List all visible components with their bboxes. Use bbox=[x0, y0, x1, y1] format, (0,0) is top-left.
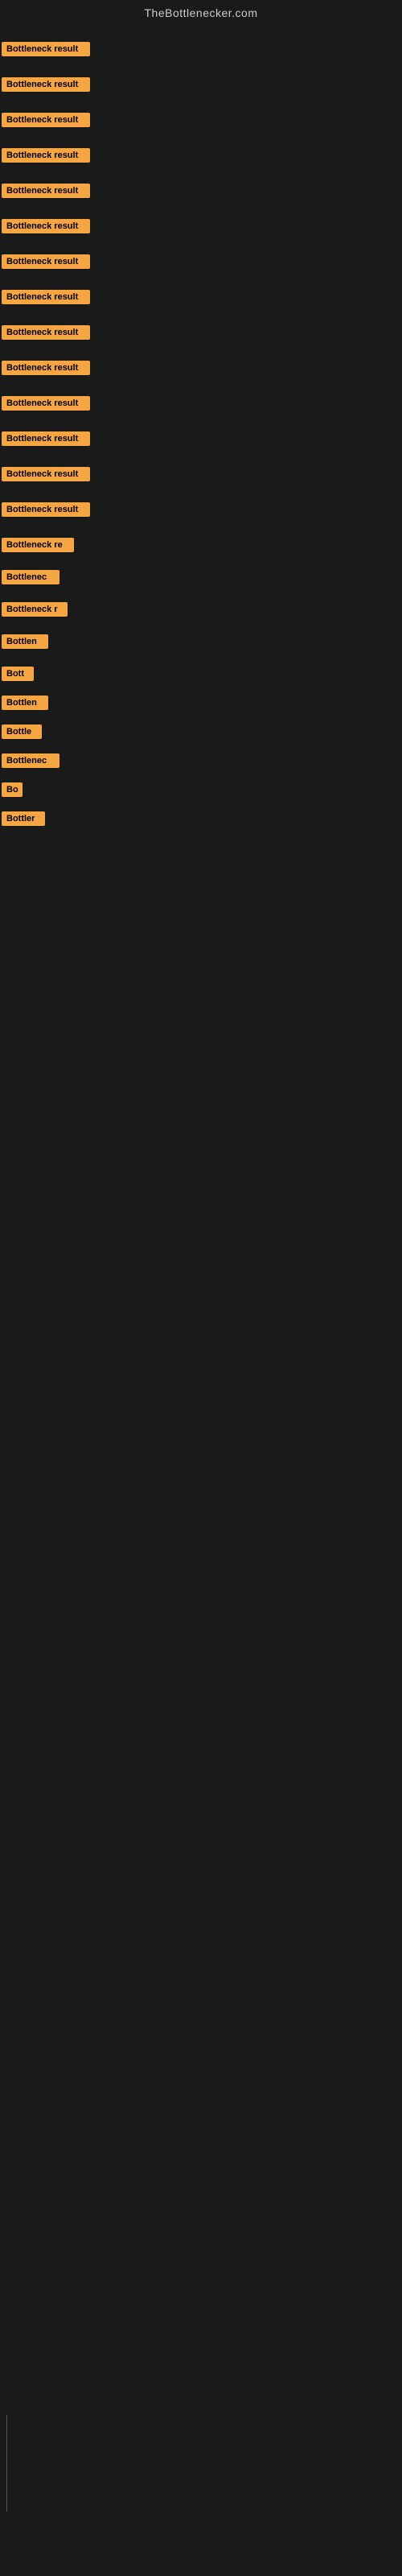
bottleneck-badge-21[interactable]: Bottle bbox=[2, 724, 42, 739]
bottleneck-badge-11[interactable]: Bottleneck result bbox=[2, 396, 90, 411]
bottleneck-badge-8[interactable]: Bottleneck result bbox=[2, 290, 90, 304]
bottleneck-item-18: Bottlen bbox=[2, 633, 402, 650]
bottleneck-badge-22[interactable]: Bottlenec bbox=[2, 753, 59, 768]
bottleneck-badge-10[interactable]: Bottleneck result bbox=[2, 361, 90, 375]
bottleneck-item-5: Bottleneck result bbox=[2, 182, 402, 200]
bottleneck-badge-3[interactable]: Bottleneck result bbox=[2, 113, 90, 127]
bottleneck-item-7: Bottleneck result bbox=[2, 253, 402, 270]
bottleneck-item-3: Bottleneck result bbox=[2, 111, 402, 129]
bottleneck-badge-19[interactable]: Bott bbox=[2, 667, 34, 681]
bottleneck-item-10: Bottleneck result bbox=[2, 359, 402, 377]
bottleneck-badge-4[interactable]: Bottleneck result bbox=[2, 148, 90, 163]
bottleneck-badge-13[interactable]: Bottleneck result bbox=[2, 467, 90, 481]
bottleneck-badge-12[interactable]: Bottleneck result bbox=[2, 431, 90, 446]
bottleneck-item-15: Bottleneck re bbox=[2, 536, 402, 554]
bottleneck-badge-5[interactable]: Bottleneck result bbox=[2, 184, 90, 198]
bottleneck-item-21: Bottle bbox=[2, 723, 402, 741]
bottleneck-badge-17[interactable]: Bottleneck r bbox=[2, 602, 68, 617]
bottleneck-badge-16[interactable]: Bottlenec bbox=[2, 570, 59, 584]
bottleneck-item-19: Bott bbox=[2, 665, 402, 683]
bottleneck-badge-15[interactable]: Bottleneck re bbox=[2, 538, 74, 552]
bottleneck-item-17: Bottleneck r bbox=[2, 601, 402, 618]
bottleneck-item-14: Bottleneck result bbox=[2, 501, 402, 518]
bottleneck-badge-7[interactable]: Bottleneck result bbox=[2, 254, 90, 269]
bottleneck-badge-24[interactable]: Bottler bbox=[2, 811, 45, 826]
bottleneck-item-6: Bottleneck result bbox=[2, 217, 402, 235]
bottleneck-badge-14[interactable]: Bottleneck result bbox=[2, 502, 90, 517]
bottleneck-item-20: Bottlen bbox=[2, 694, 402, 712]
bottleneck-badge-2[interactable]: Bottleneck result bbox=[2, 77, 90, 92]
vertical-line bbox=[6, 2415, 7, 2512]
bottleneck-item-4: Bottleneck result bbox=[2, 147, 402, 164]
bottleneck-badge-20[interactable]: Bottlen bbox=[2, 696, 48, 710]
bottleneck-list: Bottleneck result Bottleneck result Bottle… bbox=[0, 40, 402, 828]
bottleneck-badge-18[interactable]: Bottlen bbox=[2, 634, 48, 649]
bottleneck-item-8: Bottleneck result bbox=[2, 288, 402, 306]
bottleneck-item-9: Bottleneck result bbox=[2, 324, 402, 341]
bottleneck-item-13: Bottleneck result bbox=[2, 465, 402, 483]
bottleneck-item-11: Bottleneck result bbox=[2, 394, 402, 412]
bottleneck-item-23: Bo bbox=[2, 781, 402, 799]
bottleneck-item-2: Bottleneck result bbox=[2, 76, 402, 93]
bottleneck-item-16: Bottlenec bbox=[2, 568, 402, 586]
bottleneck-item-12: Bottleneck result bbox=[2, 430, 402, 448]
bottleneck-badge-9[interactable]: Bottleneck result bbox=[2, 325, 90, 340]
bottleneck-badge-6[interactable]: Bottleneck result bbox=[2, 219, 90, 233]
bottleneck-badge-23[interactable]: Bo bbox=[2, 782, 23, 797]
site-title: TheBottlenecker.com bbox=[0, 0, 402, 23]
bottleneck-item-24: Bottler bbox=[2, 810, 402, 828]
bottleneck-item-1: Bottleneck result bbox=[2, 40, 402, 58]
bottleneck-badge-1[interactable]: Bottleneck result bbox=[2, 42, 90, 56]
bottleneck-item-22: Bottlenec bbox=[2, 752, 402, 770]
